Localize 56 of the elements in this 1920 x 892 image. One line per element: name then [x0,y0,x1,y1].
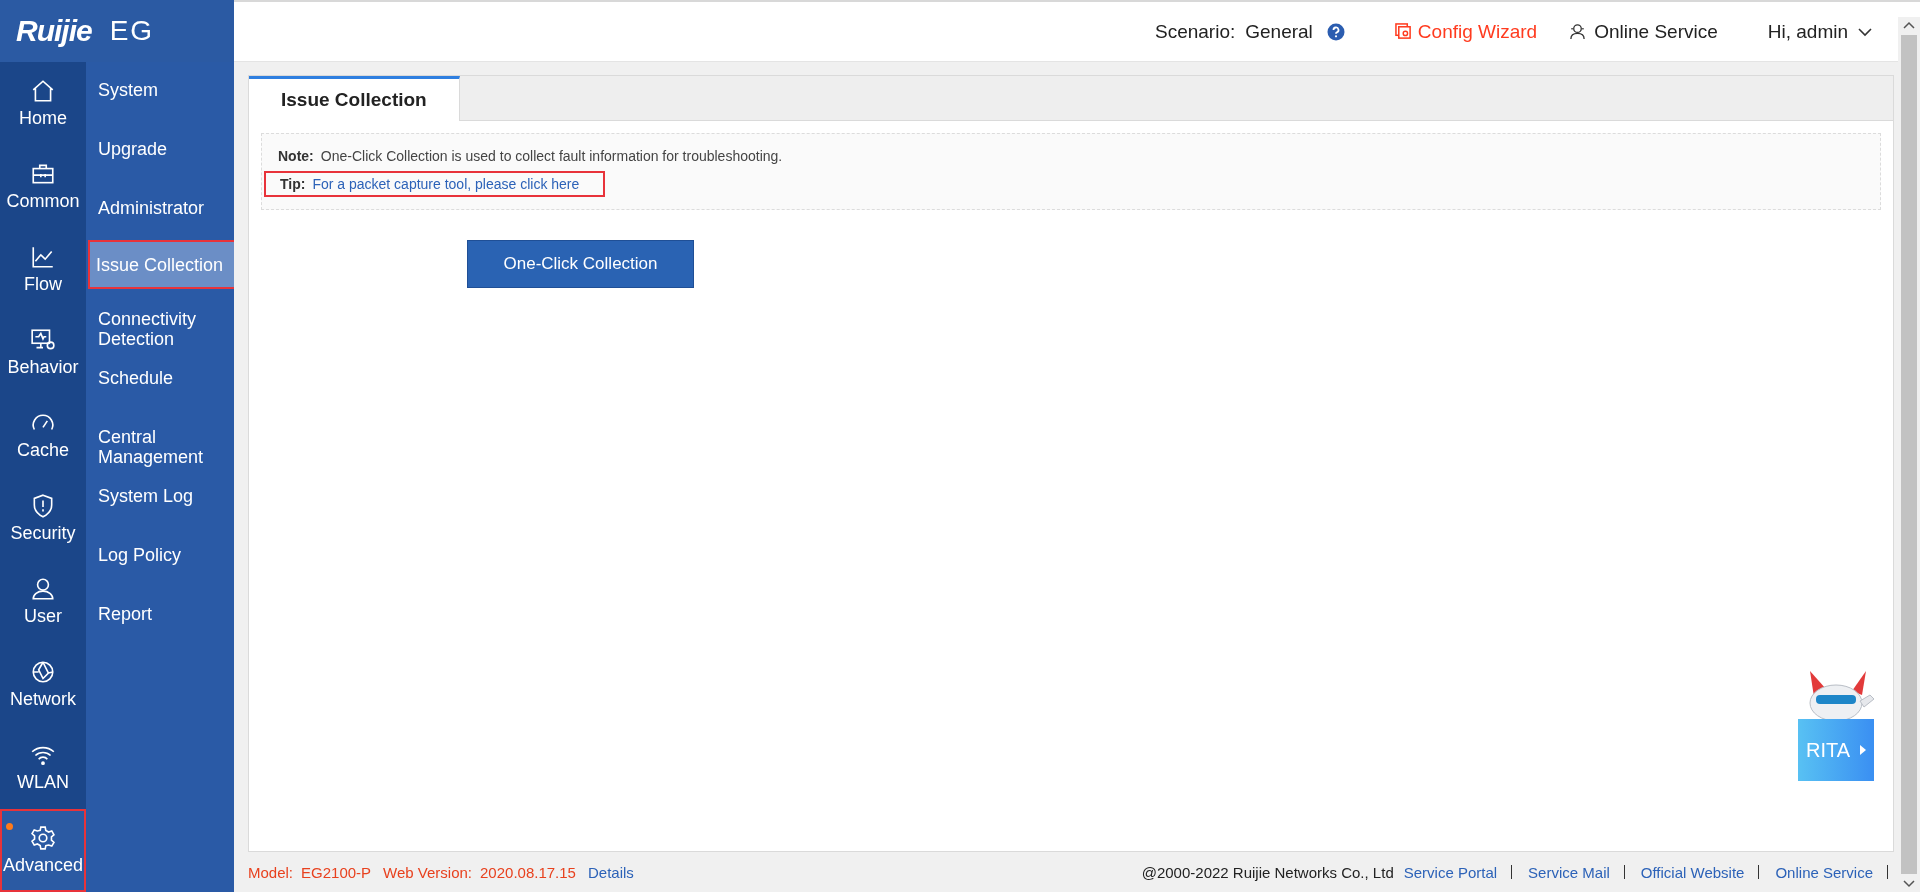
packet-capture-link[interactable]: For a packet capture tool, please click here [312,176,580,192]
tip-label: Tip: [280,176,306,192]
active-dot [6,823,13,830]
version-label: Web Version: [383,863,473,881]
product-name: EG [109,15,155,47]
user-menu[interactable]: Hi, admin [1767,20,1872,43]
sidebar-item[interactable]: Cache [0,394,86,477]
caret-right-icon [1860,745,1867,755]
scrollbar[interactable] [1898,17,1920,892]
submenu-item[interactable]: Log Policy [86,537,234,596]
scenario-value: General [1245,20,1313,43]
home-icon [30,78,56,104]
note-label: Note: [278,148,314,164]
help-icon[interactable] [1326,22,1345,41]
sidebar-item[interactable]: Advanced [0,809,86,892]
settings-icon [30,825,56,851]
user-icon [30,576,56,602]
one-click-collection-button[interactable]: One-Click Collection [467,240,694,288]
footer-link[interactable]: Online Service [1775,863,1873,881]
sidebar-item[interactable]: Common [0,145,86,228]
sidebar-item[interactable]: Network [0,643,86,726]
rita-box: RITA [1798,719,1874,781]
footer-link[interactable]: Service Mail [1528,863,1610,881]
footer-link[interactable]: Official Website [1640,863,1745,881]
footer-link[interactable]: Service Portal [1403,863,1498,881]
scroll-up-icon [1903,21,1915,29]
tab[interactable]: Issue Collection [249,76,460,121]
online-service-link[interactable]: Online Service [1569,20,1718,43]
line-chart-icon [30,244,56,270]
sidebar-item[interactable]: Behavior [0,311,86,394]
agent-icon [1569,23,1587,40]
version-value: 2020.08.17.15 [480,863,576,881]
model-value: EG2100-P [301,863,372,881]
submenu-item[interactable]: Upgrade [86,131,234,190]
details-link[interactable]: Details [587,863,634,881]
sidebar-item[interactable]: Home [0,62,86,145]
note-text: One-Click Collection is used to collect fault information for troubleshooting. [320,148,783,164]
submenu-item[interactable]: Central Management [86,419,234,478]
config-wizard-link[interactable]: Config Wizard [1394,20,1538,43]
sidebar-item[interactable]: WLAN [0,726,86,809]
logo: Ruijie [16,14,92,48]
copyright-text: @2000-2022 Ruijie Networks Co., Ltd [1141,863,1394,881]
sidebar-item[interactable]: Security [0,477,86,560]
model-label: Model: [248,863,294,881]
submenu-item[interactable]: Report [86,596,234,655]
scenario-label: Scenario: [1154,20,1236,43]
wizard-icon [1394,23,1412,40]
submenu-item[interactable]: System Log [86,478,234,537]
submenu-item[interactable]: Schedule [86,360,234,419]
submenu-item[interactable]: System [86,72,234,131]
sidebar-item[interactable]: Flow [0,228,86,311]
sidebar-item[interactable]: User [0,560,86,643]
scroll-down-icon [1903,880,1915,888]
submenu-item[interactable]: Connectivity Detection [86,301,234,360]
chevron-down-icon [1858,26,1872,37]
globe-icon [30,659,56,685]
